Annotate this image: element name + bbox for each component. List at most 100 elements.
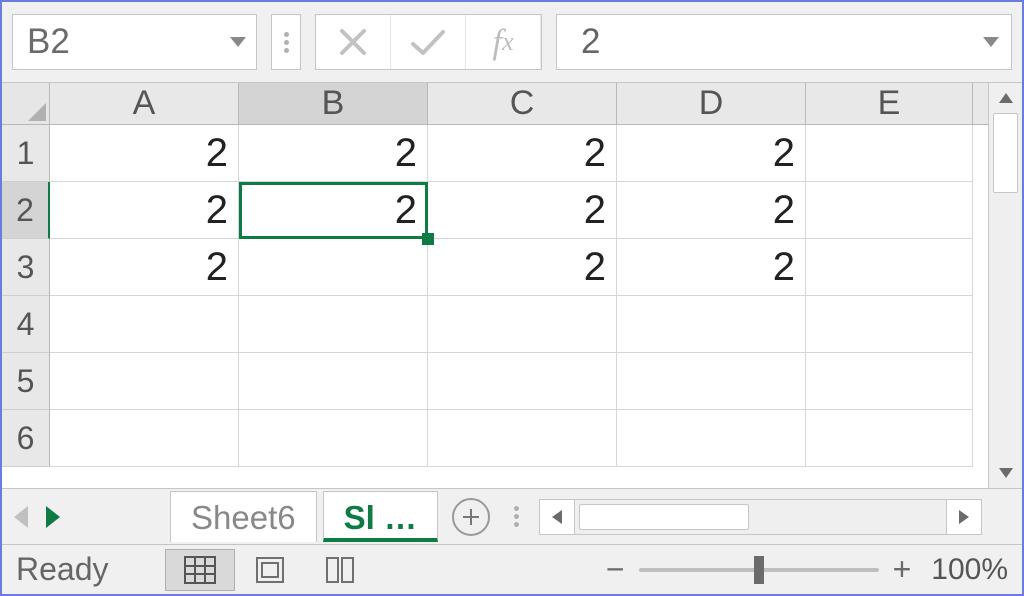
column-header-b[interactable]: B bbox=[239, 83, 428, 124]
sheet-tabs-row: Sheet6 Sl … bbox=[2, 488, 1022, 544]
row-header-3[interactable]: 3 bbox=[2, 239, 50, 296]
tabs-options-button[interactable] bbox=[514, 506, 519, 527]
cell-e4[interactable] bbox=[806, 296, 973, 353]
column-header-e[interactable]: E bbox=[806, 83, 973, 124]
name-box[interactable]: B2 bbox=[12, 14, 257, 70]
row-header-5[interactable]: 5 bbox=[2, 353, 50, 410]
formula-bar: B2 fx 2 bbox=[2, 2, 1022, 82]
horizontal-scrollbar[interactable] bbox=[539, 497, 982, 537]
grid-icon bbox=[184, 556, 216, 584]
page-break-icon bbox=[325, 556, 355, 584]
cell-a1[interactable]: 2 bbox=[50, 125, 239, 182]
row-header-1[interactable]: 1 bbox=[2, 125, 50, 182]
cell-c6[interactable] bbox=[428, 410, 617, 467]
status-bar: Ready bbox=[2, 544, 1022, 594]
formula-input[interactable]: 2 bbox=[556, 14, 1012, 70]
cell-d5[interactable] bbox=[617, 353, 806, 410]
page-layout-icon bbox=[255, 556, 285, 584]
cell-b6[interactable] bbox=[239, 410, 428, 467]
new-sheet-button[interactable] bbox=[452, 498, 490, 536]
row-1: 1 2 2 2 2 bbox=[2, 125, 988, 182]
cell-d3[interactable]: 2 bbox=[617, 239, 806, 296]
excel-window: B2 fx 2 A bbox=[0, 0, 1024, 596]
view-normal-button[interactable] bbox=[165, 549, 235, 591]
cell-d4[interactable] bbox=[617, 296, 806, 353]
column-headers: A B C D E bbox=[2, 83, 988, 125]
cell-c4[interactable] bbox=[428, 296, 617, 353]
formula-input-value: 2 bbox=[581, 22, 600, 62]
name-box-value: B2 bbox=[27, 22, 220, 62]
zoom-controls: − + 100% bbox=[600, 551, 1008, 588]
view-page-layout-button[interactable] bbox=[235, 549, 305, 591]
cell-a5[interactable] bbox=[50, 353, 239, 410]
fill-handle[interactable] bbox=[422, 233, 434, 245]
cancel-button[interactable] bbox=[316, 15, 391, 69]
cell-c1[interactable]: 2 bbox=[428, 125, 617, 182]
cell-c5[interactable] bbox=[428, 353, 617, 410]
row-3: 3 2 2 2 bbox=[2, 239, 988, 296]
cell-c3[interactable]: 2 bbox=[428, 239, 617, 296]
row-4: 4 bbox=[2, 296, 988, 353]
cell-b4[interactable] bbox=[239, 296, 428, 353]
row-header-4[interactable]: 4 bbox=[2, 296, 50, 353]
column-header-a[interactable]: A bbox=[50, 83, 239, 124]
horizontal-scroll-thumb[interactable] bbox=[579, 504, 749, 530]
cell-e6[interactable] bbox=[806, 410, 973, 467]
vertical-scroll-thumb[interactable] bbox=[993, 113, 1018, 193]
cell-a6[interactable] bbox=[50, 410, 239, 467]
row-5: 5 bbox=[2, 353, 988, 410]
sheet-area: A B C D E 1 2 2 2 2 2 2 2 bbox=[2, 83, 988, 488]
insert-function-button[interactable]: fx bbox=[466, 15, 541, 69]
zoom-slider[interactable] bbox=[639, 568, 879, 572]
expand-formula-bar-icon[interactable] bbox=[983, 37, 999, 47]
cell-b2[interactable]: 2 bbox=[239, 182, 428, 239]
vertical-scrollbar[interactable] bbox=[988, 83, 1022, 488]
plus-icon bbox=[462, 508, 480, 526]
cell-e2[interactable] bbox=[806, 182, 973, 239]
zoom-in-button[interactable]: + bbox=[887, 551, 918, 588]
zoom-out-button[interactable]: − bbox=[600, 551, 631, 588]
cell-e1[interactable] bbox=[806, 125, 973, 182]
scroll-right-icon[interactable] bbox=[946, 499, 982, 535]
cell-d6[interactable] bbox=[617, 410, 806, 467]
column-header-c[interactable]: C bbox=[428, 83, 617, 124]
sheet-tab-inactive[interactable]: Sheet6 bbox=[170, 491, 317, 542]
vertical-scroll-track[interactable] bbox=[989, 113, 1022, 458]
check-icon bbox=[410, 28, 446, 56]
cell-a4[interactable] bbox=[50, 296, 239, 353]
zoom-value[interactable]: 100% bbox=[931, 553, 1008, 587]
grid-body: 1 2 2 2 2 2 2 2 2 2 3 2 bbox=[2, 125, 988, 488]
cell-a2[interactable]: 2 bbox=[50, 182, 239, 239]
tab-nav-prev-icon[interactable] bbox=[14, 506, 28, 528]
view-page-break-button[interactable] bbox=[305, 549, 375, 591]
x-icon bbox=[338, 27, 368, 57]
sheet-tab-active[interactable]: Sl … bbox=[323, 491, 438, 542]
tab-nav-next-icon[interactable] bbox=[46, 506, 60, 528]
row-6: 6 bbox=[2, 410, 988, 467]
cell-b1[interactable]: 2 bbox=[239, 125, 428, 182]
view-buttons bbox=[165, 549, 375, 591]
scroll-left-icon[interactable] bbox=[539, 499, 575, 535]
status-text: Ready bbox=[16, 551, 109, 588]
row-header-6[interactable]: 6 bbox=[2, 410, 50, 467]
formula-bar-options-button[interactable] bbox=[271, 14, 301, 70]
cell-d2[interactable]: 2 bbox=[617, 182, 806, 239]
cell-e5[interactable] bbox=[806, 353, 973, 410]
cell-a3[interactable]: 2 bbox=[50, 239, 239, 296]
horizontal-scroll-track[interactable] bbox=[575, 499, 946, 535]
spreadsheet-grid: A B C D E 1 2 2 2 2 2 2 2 bbox=[2, 82, 1022, 488]
name-box-dropdown-icon[interactable] bbox=[220, 37, 256, 47]
cell-e3[interactable] bbox=[806, 239, 973, 296]
tab-nav-buttons bbox=[14, 506, 164, 528]
row-header-2[interactable]: 2 bbox=[2, 182, 50, 239]
cell-b5[interactable] bbox=[239, 353, 428, 410]
enter-button[interactable] bbox=[391, 15, 466, 69]
scroll-up-icon[interactable] bbox=[989, 83, 1022, 113]
zoom-slider-knob[interactable] bbox=[754, 556, 764, 584]
column-header-d[interactable]: D bbox=[617, 83, 806, 124]
cell-b3[interactable] bbox=[239, 239, 428, 296]
cell-c2[interactable]: 2 bbox=[428, 182, 617, 239]
select-all-cells[interactable] bbox=[2, 83, 50, 124]
scroll-down-icon[interactable] bbox=[989, 458, 1022, 488]
cell-d1[interactable]: 2 bbox=[617, 125, 806, 182]
